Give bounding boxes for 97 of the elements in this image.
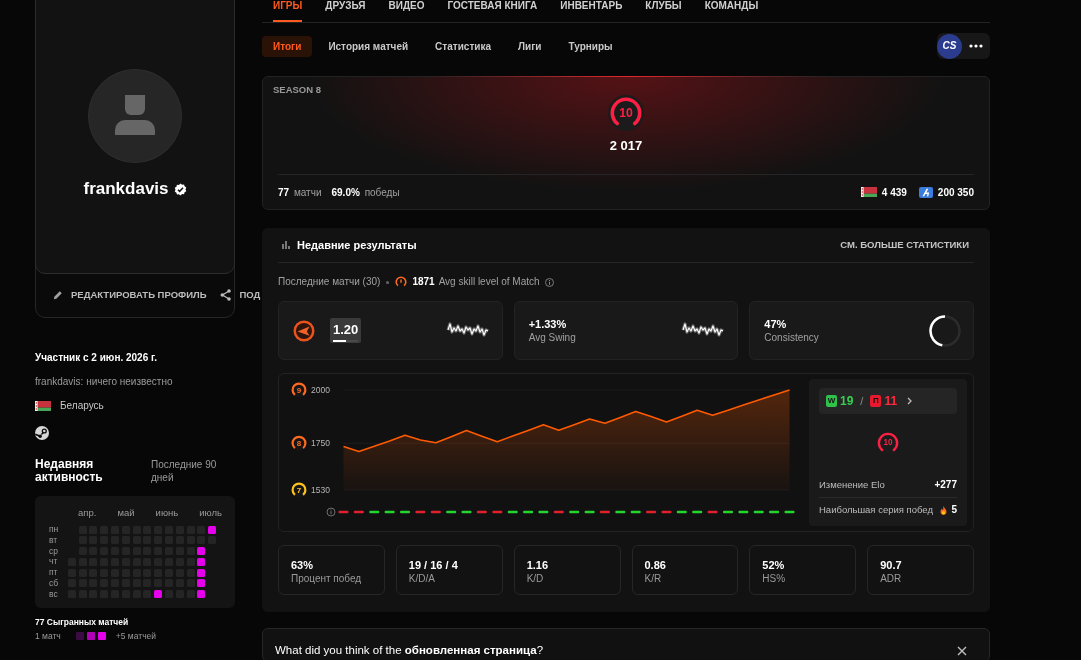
level-badge: 9 — [291, 382, 307, 398]
level-badge: 10 — [608, 95, 644, 131]
share-link[interactable]: ПОД — [220, 288, 261, 301]
stat-label: Процент побед — [291, 572, 363, 585]
avg-skill-label: Avg skill level of Match — [438, 276, 540, 288]
bio-text: frankdavis: ничего неизвестно — [35, 375, 174, 388]
win-badge: W — [826, 395, 837, 407]
section-title: Недавние результаты — [297, 238, 417, 252]
rank-value: 4 439 — [881, 185, 907, 199]
axis-label: 2000 — [311, 385, 330, 395]
day-label: пн — [49, 525, 60, 534]
nav-tab[interactable]: ДРУЗЬЯ — [325, 0, 366, 22]
fire-icon — [940, 505, 948, 515]
gauge-icon — [395, 276, 408, 288]
season-stat: 69.0% победы — [331, 185, 400, 199]
section-title: Недавняя активность — [35, 458, 104, 484]
legend-label: 1 матч — [35, 630, 61, 642]
nav-tab[interactable]: КЛУБЫ — [645, 0, 682, 22]
rating-icon — [293, 319, 315, 342]
edit-profile-link[interactable]: РЕДАКТИРОВАТЬ ПРОФИЛЬ — [53, 288, 207, 301]
stat-label: HS% — [762, 572, 787, 585]
username: frankdavis — [83, 179, 169, 199]
sub-tab[interactable]: Турниры — [557, 35, 624, 57]
game-logo[interactable]: CS — [937, 33, 962, 59]
nav-tab[interactable]: ИНВЕНТАРЬ — [560, 0, 623, 22]
pencil-icon — [53, 289, 63, 300]
day-label: вс — [49, 589, 59, 599]
season-stat: 77 матчи — [278, 185, 322, 199]
sub-tab[interactable]: История матчей — [317, 35, 420, 57]
bar-chart-icon — [282, 241, 290, 249]
separator: / — [860, 394, 864, 408]
level-badge: 10 — [876, 431, 900, 455]
elo-value: 2 017 — [608, 138, 644, 154]
chevron-right-icon — [907, 397, 913, 405]
dot-icon — [386, 280, 390, 284]
stat-value: 47% — [764, 317, 788, 331]
legend-label: +5 матчей — [115, 630, 157, 642]
month-label: май — [117, 507, 135, 519]
info-icon — [544, 277, 554, 287]
stat-value: 63% — [291, 558, 315, 572]
stat-label: Consistency — [764, 331, 819, 344]
share-icon — [220, 288, 232, 301]
day-label: чт — [49, 557, 59, 567]
win-streak-label: Наибольшая серия побед — [819, 504, 933, 516]
stat-label: Avg Swing — [528, 331, 576, 344]
stat-value: 90.7 — [880, 558, 903, 572]
flag-icon — [35, 400, 51, 411]
period-label: Последние 90 дней — [151, 458, 218, 484]
rank-value: 200 350 — [937, 185, 974, 199]
stat-value: 52% — [762, 558, 786, 572]
season-title: SEASON 8 — [273, 84, 323, 96]
stat-label: ADR — [880, 572, 903, 585]
more-stats-link[interactable]: СМ. БОЛЬШЕ СТАТИСТИКИ — [840, 239, 969, 251]
feedback-question: What did you think of the обновленная страница? — [275, 643, 544, 658]
avg-skill-value: 1871 — [412, 276, 435, 288]
sub-tab[interactable]: Статистика — [424, 35, 502, 57]
win-streak-value: 5 — [951, 504, 957, 516]
stat-label: K/D — [526, 572, 545, 585]
level-badge: 7 — [291, 482, 307, 498]
stat-value: 0.86 — [644, 558, 667, 572]
stat-value: 1.16 — [526, 558, 550, 572]
elo-change-value: +277 — [934, 479, 957, 491]
month-label: июль — [199, 507, 222, 519]
nav-tab[interactable]: КОМАНДЫ — [704, 0, 759, 22]
flag-icon — [860, 187, 877, 197]
axis-label: 1750 — [311, 438, 330, 449]
rating-value: 1.20 — [333, 321, 359, 338]
info-icon — [326, 507, 336, 517]
loss-badge: П — [870, 395, 882, 407]
level-badge: 8 — [291, 435, 307, 451]
platform-icon — [35, 426, 49, 440]
nav-tab[interactable]: ГОСТЕВАЯ КНИГА — [447, 0, 538, 22]
axis-label: 1530 — [311, 485, 330, 495]
stat-value: 19 / 16 / 4 — [408, 558, 459, 572]
stat-label: K/D/A — [408, 572, 436, 585]
recent-matches-label: Последние матчи (30) — [278, 276, 381, 288]
day-label: пт — [49, 568, 59, 578]
day-label: сб — [49, 579, 60, 588]
region-icon — [918, 186, 933, 198]
sub-tab[interactable]: Лиги — [507, 35, 553, 57]
losses-count: 11 — [884, 394, 898, 408]
day-label: вт — [49, 535, 59, 545]
matches-total: 77 Сыгранных матчей — [35, 616, 130, 628]
nav-tab[interactable]: ИГРЫ — [273, 0, 303, 22]
stat-value: +1.33% — [528, 317, 568, 331]
month-label: апр. — [78, 507, 97, 519]
close-icon — [957, 645, 967, 656]
nav-tab[interactable]: ВИДЕО — [388, 0, 425, 22]
country-name: Беларусь — [60, 399, 104, 412]
member-since-text: Участник с 2 июн. 2026 г. — [35, 351, 158, 364]
wins-count: 19 — [840, 394, 854, 408]
more-icon — [969, 44, 983, 48]
elo-change-label: Изменение Elo — [819, 479, 885, 491]
month-label: июнь — [155, 507, 179, 519]
stat-label: K/R — [644, 572, 663, 585]
day-label: ср — [49, 546, 59, 556]
sub-tab[interactable]: Итоги — [262, 35, 313, 57]
